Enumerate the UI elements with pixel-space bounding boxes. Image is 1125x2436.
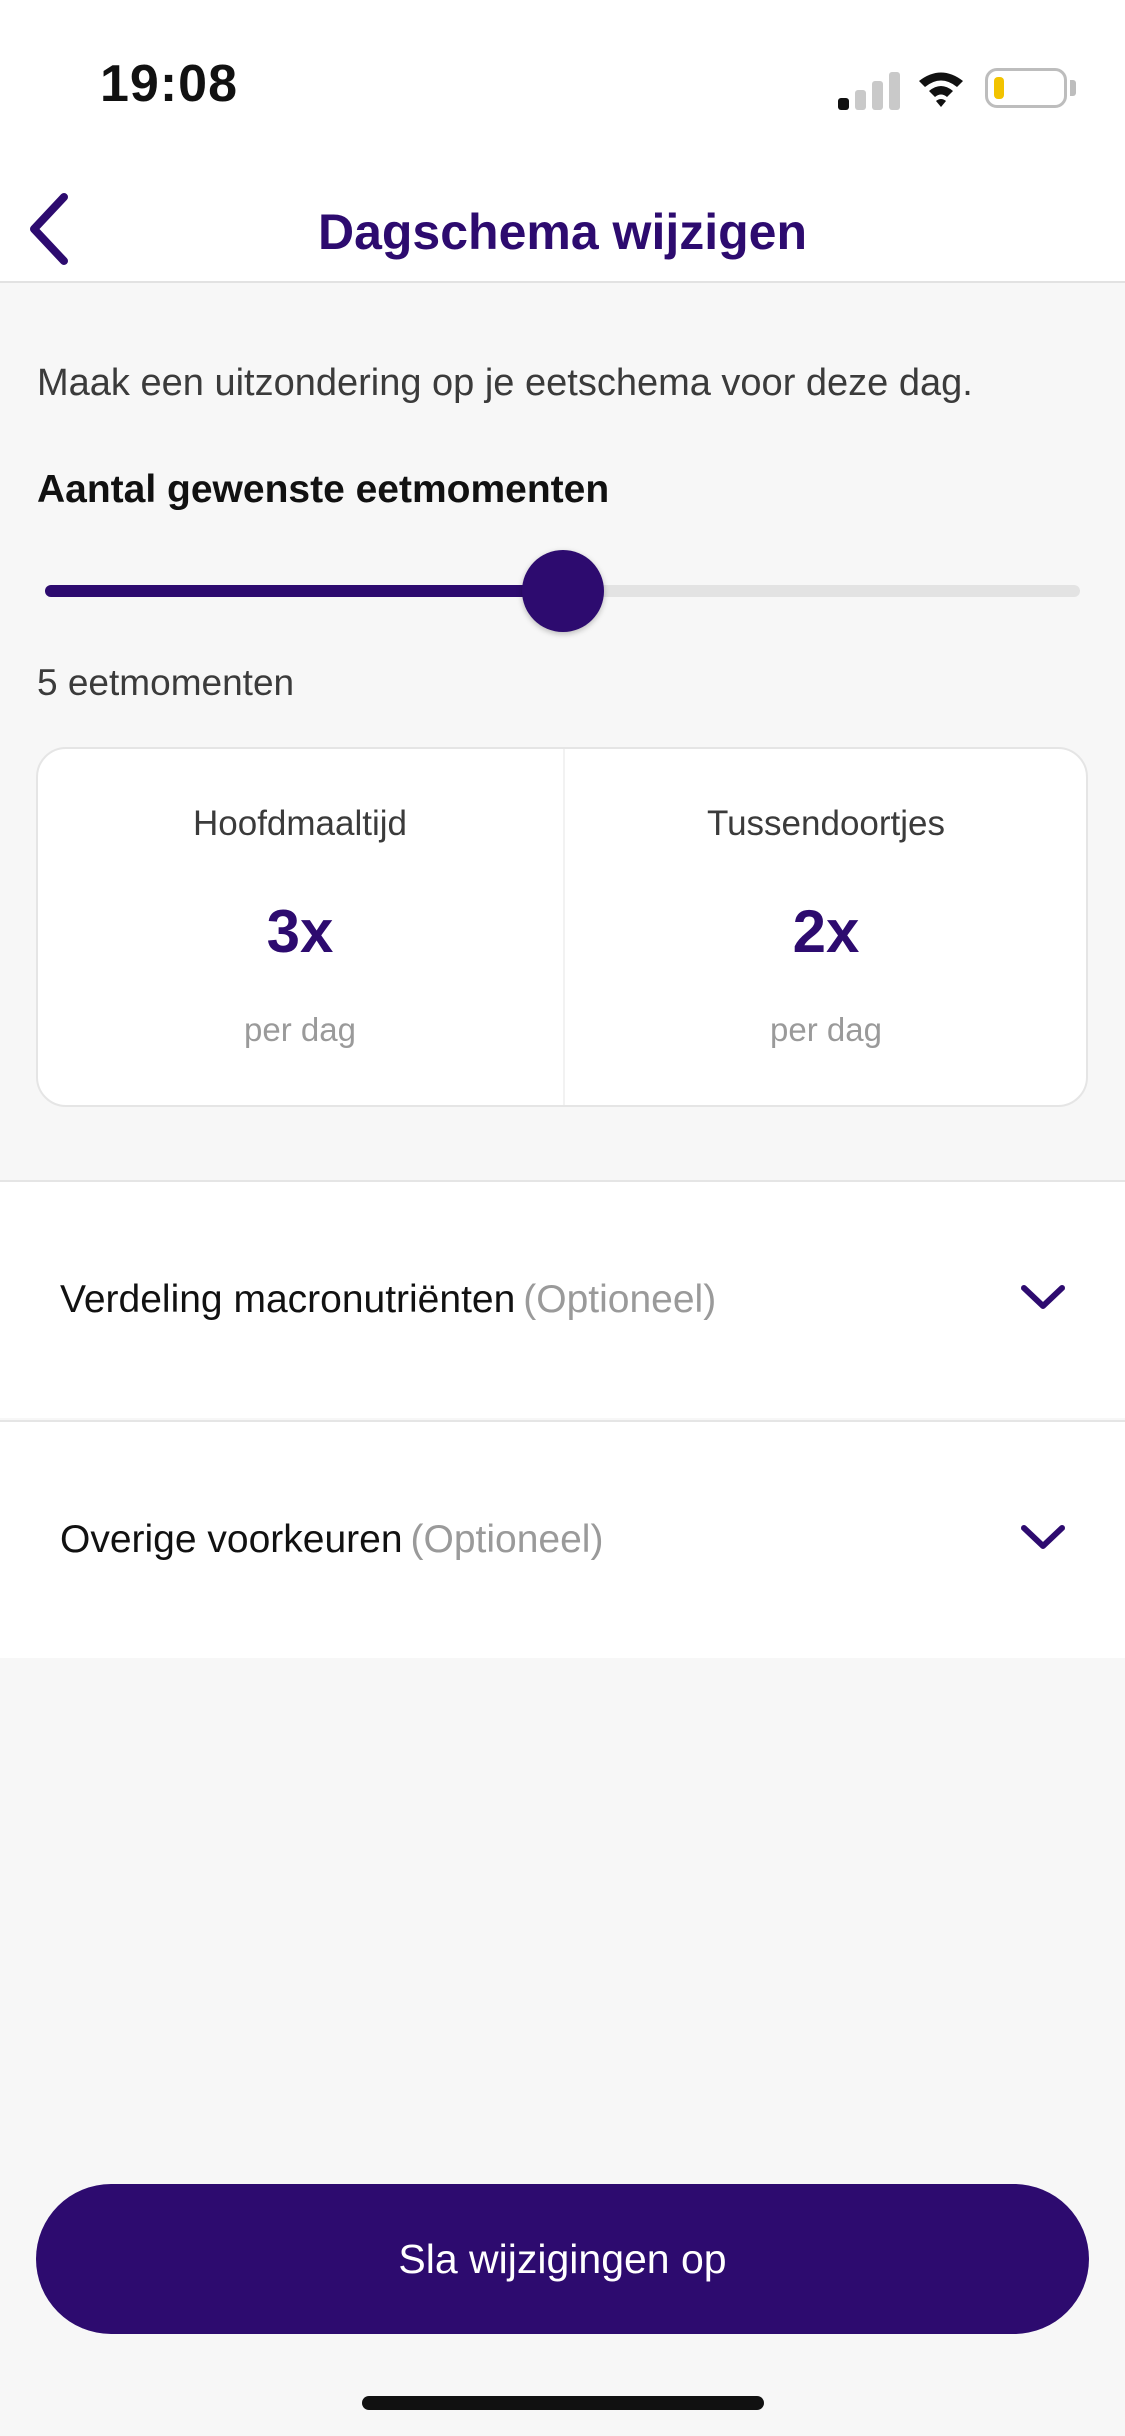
accordion-title: Overige voorkeuren (Optioneel)	[60, 1518, 603, 1562]
meal-count-heading: Aantal gewenste eetmomenten	[37, 468, 610, 511]
meal-summary-card: Hoofdmaaltijd 3x per dag Tussendoortjes …	[36, 747, 1088, 1107]
status-time: 19:08	[100, 55, 238, 113]
chevron-down-icon[interactable]	[1018, 1278, 1068, 1318]
wifi-icon	[919, 72, 963, 107]
battery-cap	[1070, 80, 1076, 96]
snacks-label: Tussendoortjes	[707, 804, 945, 843]
battery-level	[994, 77, 1004, 99]
main-meals-unit: per dag	[244, 1011, 356, 1048]
main-meals-count: 3x	[266, 898, 334, 965]
slider-thumb[interactable]	[521, 550, 604, 632]
snacks-count: 2x	[792, 898, 860, 965]
accordion-title-text: Overige voorkeuren	[60, 1518, 403, 1561]
optional-label: (Optioneel)	[410, 1518, 604, 1561]
snacks-unit: per dag	[770, 1011, 882, 1048]
status-bar: 19:08	[0, 0, 1125, 175]
accordion-title-text: Verdeling macronutriënten	[60, 1278, 516, 1321]
screen: 19:08 Dagschema wijzigen Maak een uitzon…	[0, 0, 1125, 2436]
home-indicator	[362, 2396, 764, 2410]
snacks-summary: Tussendoortjes 2x per dag	[564, 749, 1088, 1105]
page-title: Dagschema wijzigen	[317, 204, 808, 260]
nav-header: Dagschema wijzigen	[0, 175, 1125, 283]
accordion-title: Verdeling macronutriënten (Optioneel)	[60, 1278, 716, 1322]
other-preferences-accordion[interactable]: Overige voorkeuren (Optioneel)	[0, 1420, 1125, 1658]
meal-count-slider[interactable]	[45, 545, 1080, 635]
intro-text: Maak een uitzondering op je eetschema vo…	[37, 362, 973, 404]
battery-icon	[985, 68, 1067, 108]
optional-label: (Optioneel)	[523, 1278, 717, 1321]
slider-fill	[45, 585, 563, 597]
chevron-down-icon[interactable]	[1018, 1518, 1068, 1558]
main-meals-summary: Hoofdmaaltijd 3x per dag	[38, 749, 562, 1105]
main-meals-label: Hoofdmaaltijd	[193, 804, 407, 843]
meal-count-value: 5 eetmomenten	[37, 662, 295, 703]
save-changes-button[interactable]: Sla wijzigingen op	[36, 2184, 1089, 2334]
cellular-signal-icon	[838, 70, 900, 110]
macronutrient-accordion[interactable]: Verdeling macronutriënten (Optioneel)	[0, 1180, 1125, 1418]
